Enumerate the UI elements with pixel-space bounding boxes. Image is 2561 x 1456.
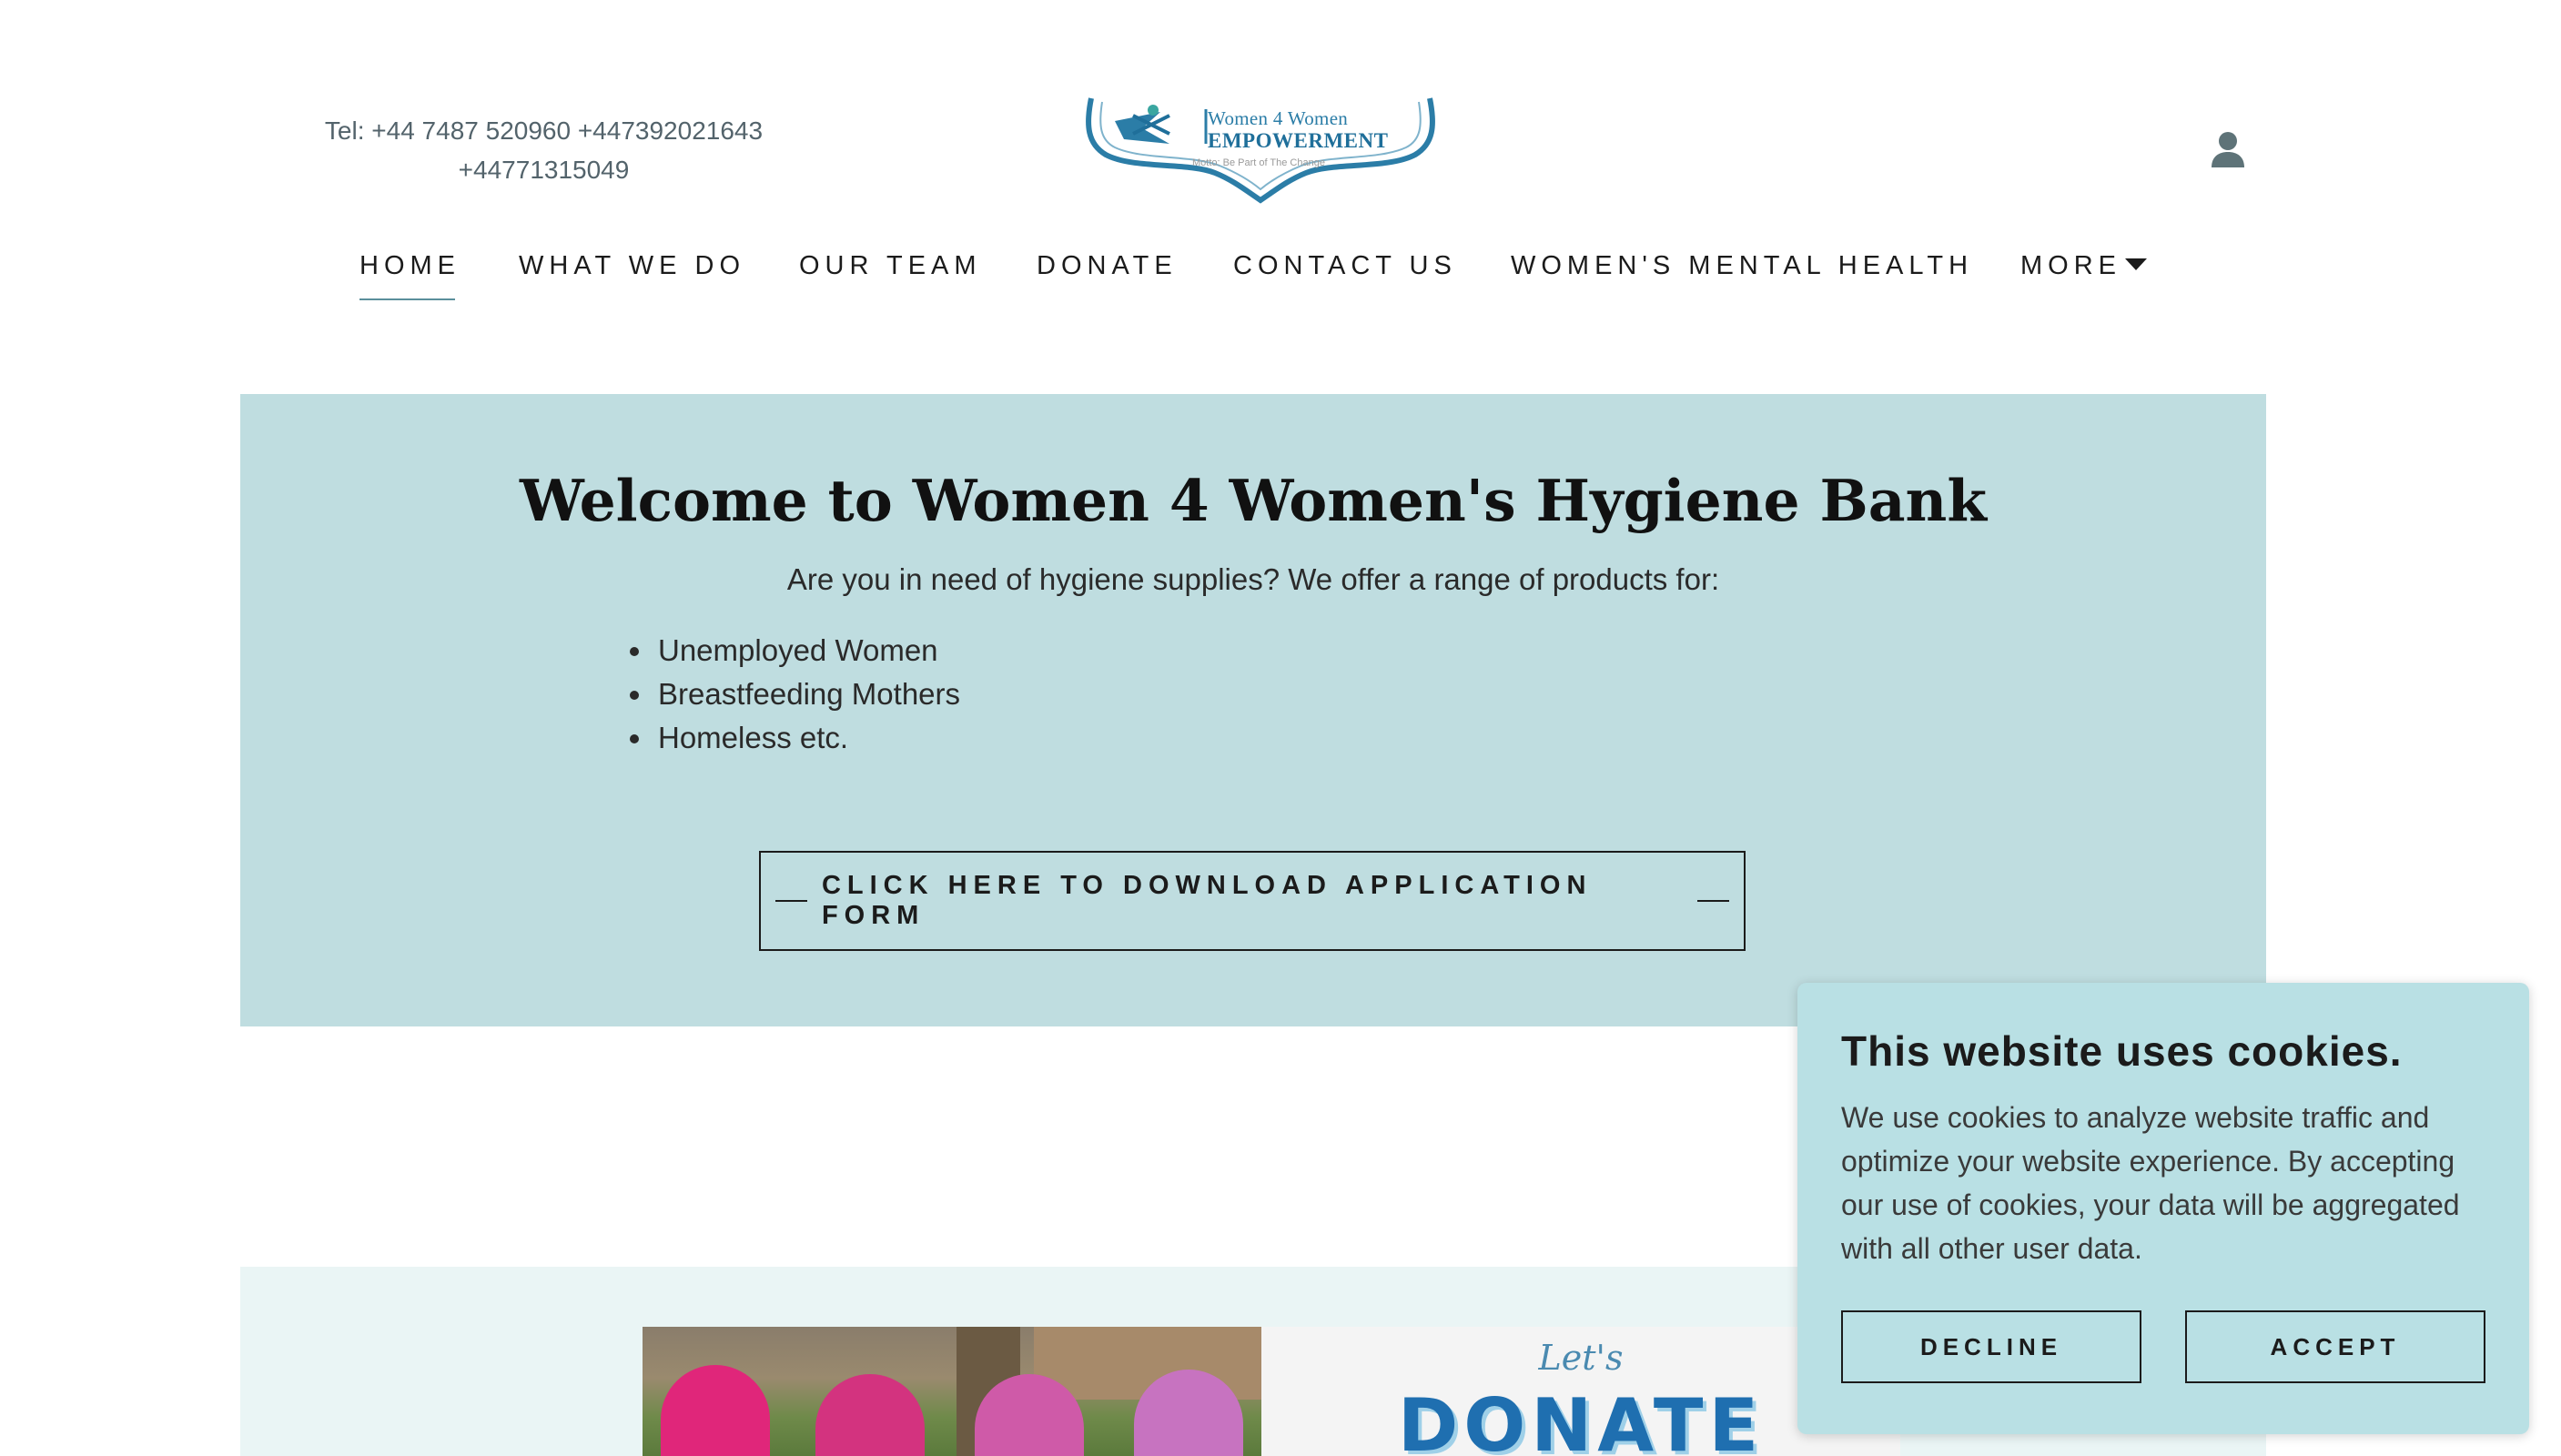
cookie-banner: This website uses cookies. We use cookie… xyxy=(1797,983,2529,1434)
download-application-form-button[interactable]: CLICK HERE TO DOWNLOAD APPLICATION FORM xyxy=(759,851,1746,951)
photo-person xyxy=(815,1374,925,1456)
photo-person xyxy=(661,1365,770,1456)
cta-label: CLICK HERE TO DOWNLOAD APPLICATION FORM xyxy=(821,871,1593,930)
dash-left xyxy=(775,900,807,902)
hero-section: Welcome to Women 4 Women's Hygiene Bank … xyxy=(240,394,2266,1026)
list-item: Breastfeeding Mothers xyxy=(654,672,960,716)
logo-title: Women 4 Women xyxy=(1208,107,1349,129)
cookie-actions: DECLINE ACCEPT xyxy=(1841,1310,2485,1383)
nav-more-label: MORE xyxy=(2020,251,2121,280)
list-item: Unemployed Women xyxy=(654,629,960,672)
nav-our-team[interactable]: OUR TEAM xyxy=(799,251,982,281)
nav-more[interactable]: MORE xyxy=(2020,251,2147,281)
nav-what-we-do[interactable]: WHAT WE DO xyxy=(519,251,745,281)
account-icon[interactable] xyxy=(2210,129,2246,169)
accept-button[interactable]: ACCEPT xyxy=(2185,1310,2485,1383)
hero-title: Welcome to Women 4 Women's Hygiene Bank xyxy=(519,467,1988,534)
dash-right xyxy=(1697,900,1729,902)
decline-button[interactable]: DECLINE xyxy=(1841,1310,2141,1383)
logo-motto: Motto: Be Part of The Change xyxy=(1192,157,1325,168)
logo-emblem-icon xyxy=(1115,105,1170,144)
nav-contact-us[interactable]: CONTACT US xyxy=(1233,251,1457,281)
nav-home[interactable]: HOME xyxy=(359,251,461,300)
caret-down-icon xyxy=(2125,258,2147,270)
nav-womens-mental-health[interactable]: WOMEN'S MENTAL HEALTH xyxy=(1511,251,1973,281)
list-item: Homeless etc. xyxy=(654,716,960,760)
nav-donate[interactable]: DONATE xyxy=(1037,251,1178,281)
cookie-body: We use cookies to analyze website traffi… xyxy=(1841,1101,2460,1265)
logo-subtitle: EMPOWERMENT xyxy=(1208,129,1389,152)
contact-phone-numbers: Tel: +44 7487 520960 +447392021643 +4477… xyxy=(324,116,764,184)
eligibility-list: Unemployed Women Breastfeeding Mothers H… xyxy=(618,629,960,760)
volunteers-photo xyxy=(643,1327,1261,1456)
cookie-title: This website uses cookies. xyxy=(1841,1027,2403,1075)
site-logo[interactable]: Women 4 Women EMPOWERMENT Motto: Be Part… xyxy=(1078,89,1442,207)
hero-subtitle: Are you in need of hygiene supplies? We … xyxy=(786,562,1720,596)
